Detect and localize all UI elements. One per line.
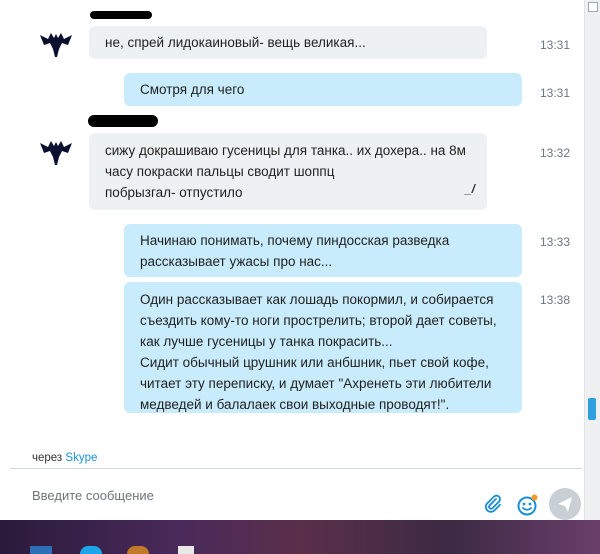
message-text: побрызгал- отпустило [105,185,243,200]
redacted-sender-name [88,115,158,127]
message-text: читает эту переписку, и думает "Ахренеть… [140,376,492,391]
message-text: Начинаю понимать, почему пиндосская разв… [140,233,450,248]
redacted-sender-name [90,11,152,19]
outgoing-message-bubble[interactable]: Один рассказывает как лошадь покормил, и… [124,282,522,413]
taskbar-background [0,520,600,554]
incoming-message-bubble[interactable]: не, спрей лидокаиновый- вещь великая... [89,26,487,59]
message-text: медведей и балалаек свои выходные провод… [140,397,450,412]
message-timestamp: 13:33 [540,235,571,249]
message-text: не, спрей лидокаиновый- вещь великая... [105,35,366,50]
chat-history: не, спрей лидокаиновый- вещь великая... … [0,0,584,450]
bat-avatar-icon[interactable] [38,137,74,167]
via-skype-label: через Skype [32,452,97,464]
scroll-up-arrow-icon[interactable] [588,2,598,12]
emoji-icon[interactable] [516,494,538,516]
skype-link[interactable]: Skype [65,452,97,464]
via-prefix: через [32,452,63,464]
message-text: рассказывает ужасы про нас... [140,254,333,269]
message-timestamp: 13:31 [540,86,571,100]
edited-pencil-icon: _/ [464,182,475,196]
taskbar-app-icon[interactable] [178,546,194,554]
skype-taskbar-icon[interactable] [80,546,102,554]
message-text: часу покраски пальцы сводит шоппц [105,164,335,179]
chat-scrollbar[interactable] [584,0,600,520]
message-timestamp: 13:38 [540,293,571,307]
message-composer[interactable]: Введите сообщение [0,469,584,521]
message-text: Один рассказывает как лошадь покормил, и… [140,292,494,307]
message-text: сижу докрашиваю гусеницы для танка.. их … [105,143,466,158]
taskbar-app-icon[interactable] [127,546,149,554]
bat-avatar-icon[interactable] [38,29,74,59]
message-text: съездить кому-то ноги прострелить; второ… [140,313,497,328]
message-text: Сидит обычный црушник или анбшник, пьет … [140,355,489,370]
message-text: как лучше гусеницы у танка покрасить... [140,334,393,349]
message-text: Смотря для чего [140,82,245,97]
incoming-message-bubble[interactable]: сижу докрашиваю гусеницы для танка.. их … [89,133,487,210]
send-icon [558,497,572,512]
scrollbar-thumb[interactable] [588,398,596,420]
message-timestamp: 13:32 [540,146,571,160]
send-button[interactable] [549,488,581,520]
outgoing-message-bubble[interactable]: Смотря для чего [124,73,522,106]
paperclip-icon[interactable] [484,494,502,514]
outgoing-message-bubble[interactable]: Начинаю понимать, почему пиндосская разв… [124,224,522,277]
message-timestamp: 13:31 [540,38,571,52]
taskbar-app-icon[interactable] [30,546,52,554]
message-input-placeholder[interactable]: Введите сообщение [32,488,154,503]
